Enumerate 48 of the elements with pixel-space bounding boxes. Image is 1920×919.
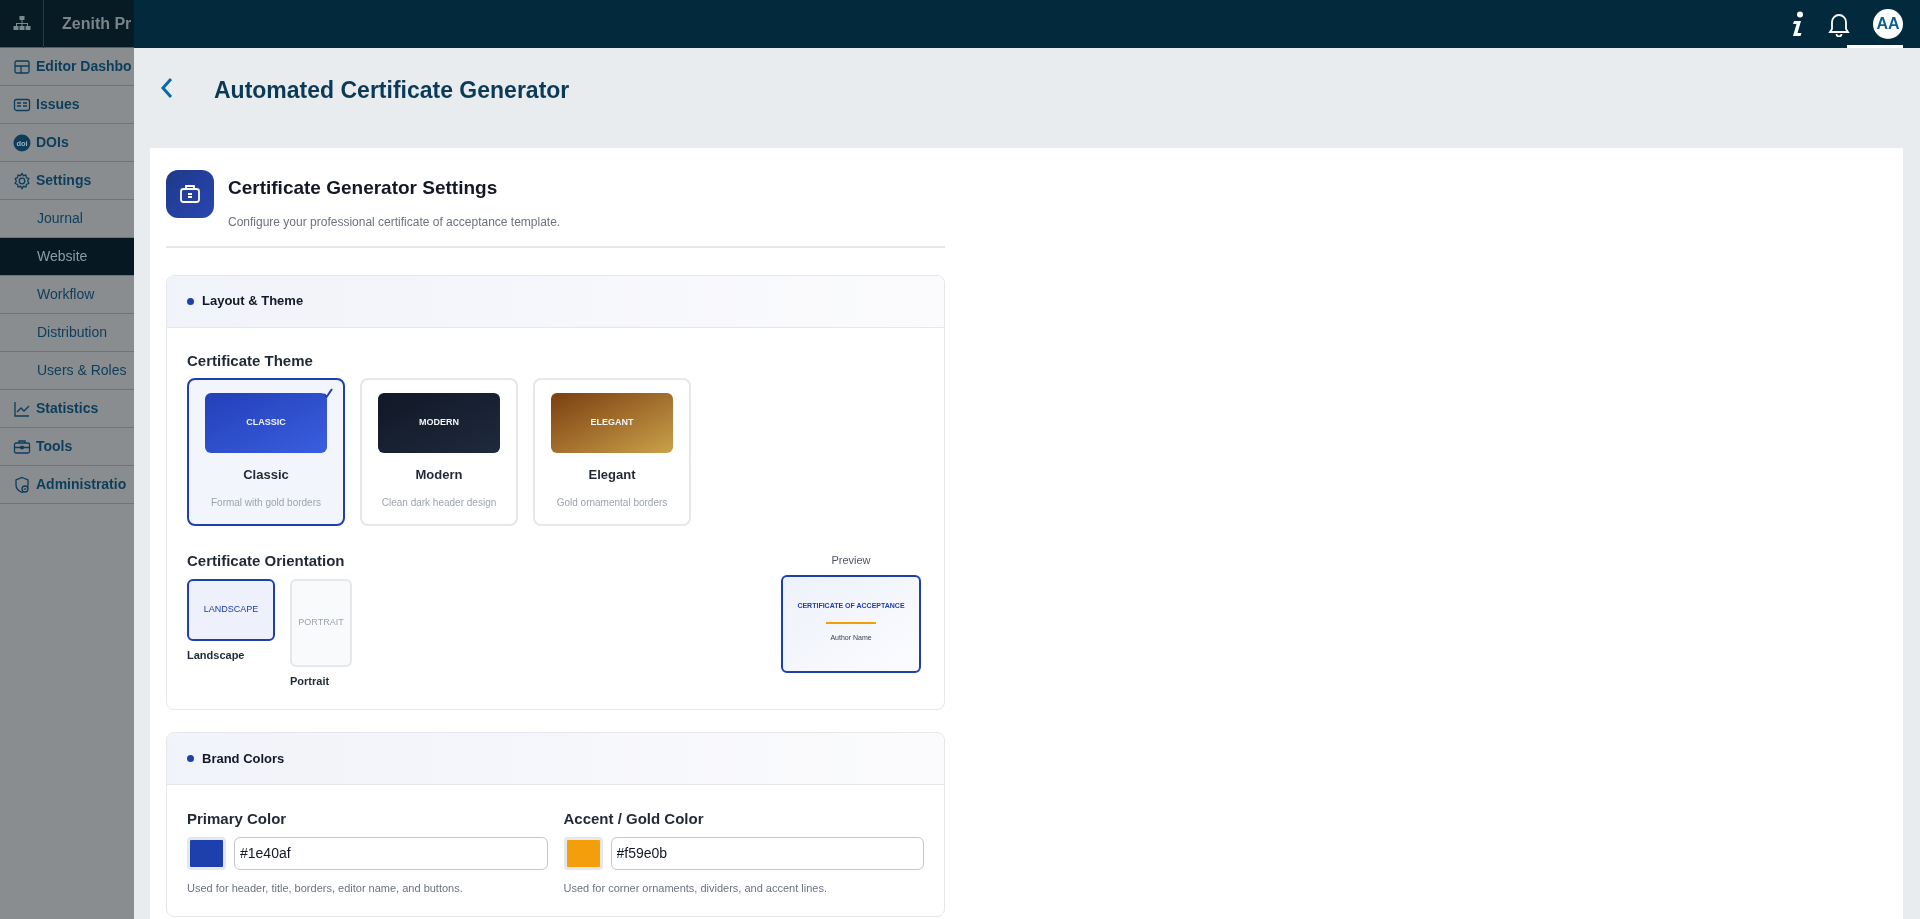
theme-option[interactable]: ELEGANT Elegant Gold ornamental borders — [533, 378, 691, 526]
bullet-icon — [187, 755, 194, 762]
info-icon[interactable] — [1791, 11, 1805, 37]
color-swatch[interactable] — [563, 836, 603, 870]
bell-icon[interactable] — [1827, 11, 1851, 37]
theme-description: Clean dark header design — [381, 495, 497, 510]
theme-name: Elegant — [588, 466, 636, 484]
field-label: Primary Color — [187, 809, 288, 829]
settings-subtitle: Configure your professional certificate of acceptance template. — [228, 213, 561, 231]
page-title: Automated Certificate Generator — [214, 76, 570, 106]
user-avatar[interactable]: AA — [1873, 9, 1903, 39]
theme-option[interactable]: MODERN Modern Clean dark header design — [360, 378, 518, 526]
settings-icon — [13, 171, 31, 190]
dashboard-icon — [13, 57, 31, 76]
field-help: Used for header, title, borders, editor name, and buttons. — [187, 880, 464, 896]
orientation-label: Portrait — [290, 673, 331, 689]
back-chevron-icon[interactable] — [160, 77, 174, 99]
certificate-icon — [166, 170, 214, 218]
color-hex-field[interactable]: #f59e0b — [610, 836, 924, 870]
bullet-icon — [187, 297, 194, 305]
color-hex-field[interactable]: #1e40af — [234, 836, 548, 870]
line-chart-icon — [13, 399, 31, 418]
accent-line — [826, 622, 876, 624]
sidebar-item[interactable]: Website — [0, 238, 134, 276]
preview-label: Preview — [831, 553, 871, 568]
sitemap-icon[interactable] — [12, 15, 31, 32]
theme-name: Classic — [243, 466, 289, 484]
field-label: Accent / Gold Color — [563, 809, 705, 829]
theme-description: Formal with gold borders — [210, 495, 321, 510]
theme-option[interactable]: CLASSIC Classic Formal with gold borders — [187, 378, 345, 526]
toolbox-icon — [13, 437, 31, 456]
theme-description: Gold ornamental borders — [556, 495, 668, 510]
thumbnail-label: MODERN — [419, 416, 459, 430]
shield-icon — [13, 475, 31, 494]
thumbnail-label: CLASSIC — [246, 416, 286, 430]
orientation-label: Landscape — [187, 647, 246, 663]
thumbnail-label: ELEGANT — [590, 416, 634, 430]
section-title: Layout & Theme — [202, 292, 304, 311]
orientation-option[interactable]: PORTRAIT — [290, 578, 352, 667]
field-label: Certificate Orientation — [187, 551, 346, 571]
color-swatch[interactable] — [187, 836, 226, 870]
theme-name: Modern — [415, 466, 463, 484]
field-label: Certificate Theme — [187, 350, 314, 371]
check-icon — [323, 388, 333, 398]
field-help: Used for corner ornaments, dividers, and accent lines. — [563, 880, 829, 896]
orientation-option[interactable]: LANDSCAPE — [187, 578, 275, 641]
section-title: Brand Colors — [202, 749, 285, 768]
settings-title: Certificate Generator Settings — [228, 176, 499, 200]
